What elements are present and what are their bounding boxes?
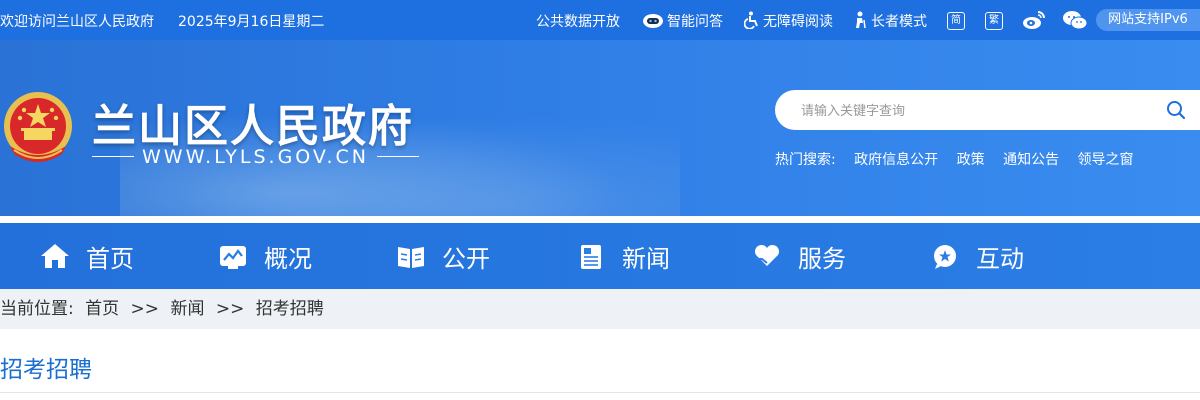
breadcrumb-prefix: 当前位置: [0,299,74,319]
nav-item-home[interactable]: 首页 [40,223,134,289]
wechat-icon [1063,11,1088,30]
header-divider [0,216,1200,223]
nav-label: 互动 [976,244,1024,273]
weibo-icon [1023,11,1045,29]
breadcrumb-item-news[interactable]: 新闻 [170,299,204,319]
welcome-text: 欢迎访问兰山区人民政府 [0,14,154,30]
traditional-chinese-button[interactable]: 繁 [985,12,1003,30]
breadcrumb-separator: >> [130,299,160,319]
nav-label: 概况 [264,244,312,273]
open-data-link[interactable]: 公共数据开放 [536,11,620,31]
search-box [775,90,1200,130]
simplified-chinese-button[interactable]: 简 [947,12,965,30]
nav-label: 首页 [86,244,134,273]
site-header: 兰山区人民政府 WWW.LYLS.GOV.CN 热门搜索: 政府信息公开 政策 … [0,40,1200,216]
accessible-reading-label: 无障碍阅读 [763,14,833,30]
breadcrumb-separator: >> [215,299,245,319]
site-title: 兰山区人民政府 [92,101,414,152]
top-bar: 欢迎访问兰山区人民政府 2025年9月16日星期二 公共数据开放 智能问答 无障… [0,0,1200,40]
section-header: 招考招聘 [0,329,1200,393]
breadcrumb-item-current[interactable]: 招考招聘 [256,299,324,319]
hot-term[interactable]: 通知公告 [1003,152,1059,168]
nav-label: 新闻 [622,244,670,273]
home-icon [41,244,69,268]
nav-item-open[interactable]: 公开 [396,223,490,289]
wheelchair-icon [744,11,758,29]
smart-qa-label: 智能问答 [667,14,723,30]
date-text: 2025年9月16日星期二 [178,14,325,30]
wechat-link[interactable] [1062,10,1088,34]
search-input[interactable] [799,100,1163,122]
nav-item-interact[interactable]: 互动 [930,223,1024,289]
url-right-line [376,156,419,157]
hot-term[interactable]: 领导之窗 [1078,152,1134,168]
ipv6-badge: 网站支持IPv6 [1096,9,1200,31]
hot-term[interactable]: 政策 [957,152,985,168]
nav-item-overview[interactable]: 概况 [218,223,312,289]
site-url: WWW.LYLS.GOV.CN [92,146,427,168]
section-title: 招考招聘 [0,357,92,383]
hot-search-label: 热门搜索: [775,152,836,168]
search-icon[interactable] [1166,100,1186,120]
site-url-text: WWW.LYLS.GOV.CN [142,146,369,168]
elder-mode-link[interactable]: 长者模式 [852,11,927,31]
elder-mode-label: 长者模式 [871,14,927,30]
chat-icon [934,245,956,269]
smart-qa-link[interactable]: 智能问答 [642,11,723,31]
robot-icon [643,14,663,28]
url-left-line [92,156,134,157]
section-divider [0,392,1200,393]
nav-item-news[interactable]: 新闻 [576,223,670,289]
nav-label: 公开 [442,244,490,273]
breadcrumb: 当前位置: 首页 >> 新闻 >> 招考招聘 [0,289,1200,329]
national-emblem-icon [4,92,72,162]
nav-label: 服务 [798,244,846,273]
breadcrumb-item-home[interactable]: 首页 [85,299,119,319]
weibo-link[interactable] [1022,10,1046,34]
accessible-reading-link[interactable]: 无障碍阅读 [744,11,833,31]
elder-icon [856,11,866,29]
nav-item-service[interactable]: 服务 [752,223,846,289]
book-icon [398,247,424,268]
hot-term[interactable]: 政府信息公开 [854,152,938,168]
news-icon [581,245,601,269]
heart-hand-icon [754,244,780,266]
main-nav: 首页 概况 公开 新闻 服务 互动 [0,223,1200,289]
hot-search: 热门搜索: 政府信息公开 政策 通知公告 领导之窗 [775,149,1148,169]
overview-icon [220,246,246,269]
